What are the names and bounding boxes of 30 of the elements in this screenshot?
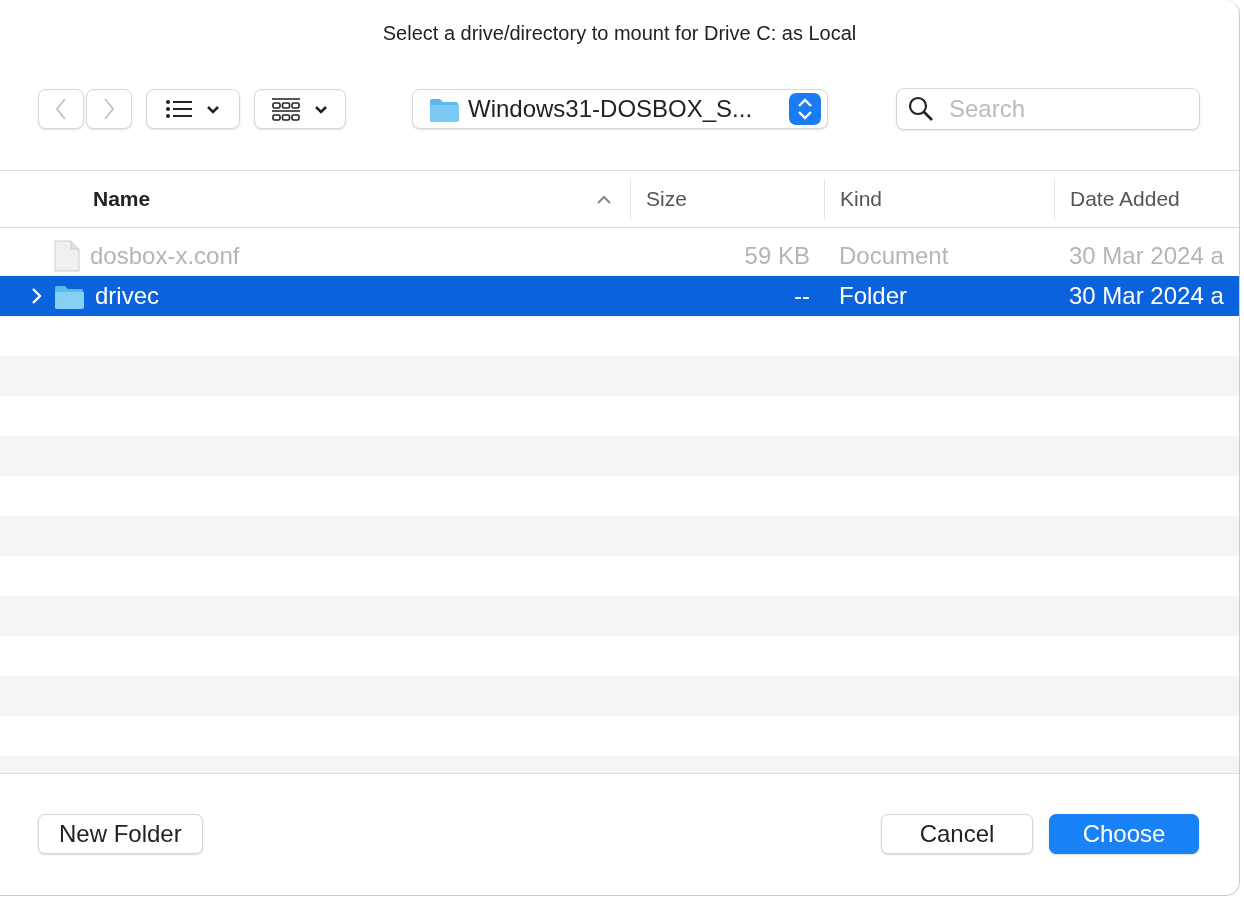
file-name: drivec — [95, 282, 160, 310]
location-popup[interactable]: Windows31-DOSBOX_S... — [412, 89, 828, 129]
file-kind: Folder — [839, 282, 908, 309]
stepper-icon — [789, 93, 821, 125]
group-view-button[interactable] — [254, 89, 346, 129]
file-size: -- — [794, 282, 810, 309]
cancel-button[interactable]: Cancel — [881, 814, 1033, 854]
list-icon — [166, 99, 192, 119]
column-header[interactable]: Date Added — [1070, 187, 1180, 211]
search-field[interactable]: Search — [896, 88, 1200, 130]
column-header[interactable]: Size — [646, 187, 687, 211]
file-row[interactable]: drivec -- Folder 30 Mar 2024 a — [0, 276, 1239, 316]
caret-icon — [314, 104, 328, 114]
search-icon — [908, 96, 934, 122]
file-size: 59 KB — [744, 242, 810, 269]
file-name: dosbox-x.conf — [90, 242, 240, 270]
date-added: 30 Mar 2024 a — [1069, 242, 1224, 269]
choose-button[interactable]: Choose — [1049, 814, 1199, 854]
column-header[interactable]: Name — [93, 187, 151, 211]
grid-icon — [272, 97, 300, 121]
chevron-right-icon — [102, 97, 116, 121]
dialog-title: Select a drive/directory to mount for Drive C: as Local — [382, 22, 857, 46]
new-folder-button[interactable]: New Folder — [38, 814, 203, 854]
column-header[interactable]: Kind — [840, 187, 883, 211]
date-added: 30 Mar 2024 a — [1069, 282, 1224, 309]
document-icon — [54, 240, 80, 272]
caret-icon — [206, 104, 220, 114]
file-kind: Document — [839, 242, 949, 269]
chevron-left-icon — [54, 97, 68, 121]
list-view-button[interactable] — [146, 89, 240, 129]
